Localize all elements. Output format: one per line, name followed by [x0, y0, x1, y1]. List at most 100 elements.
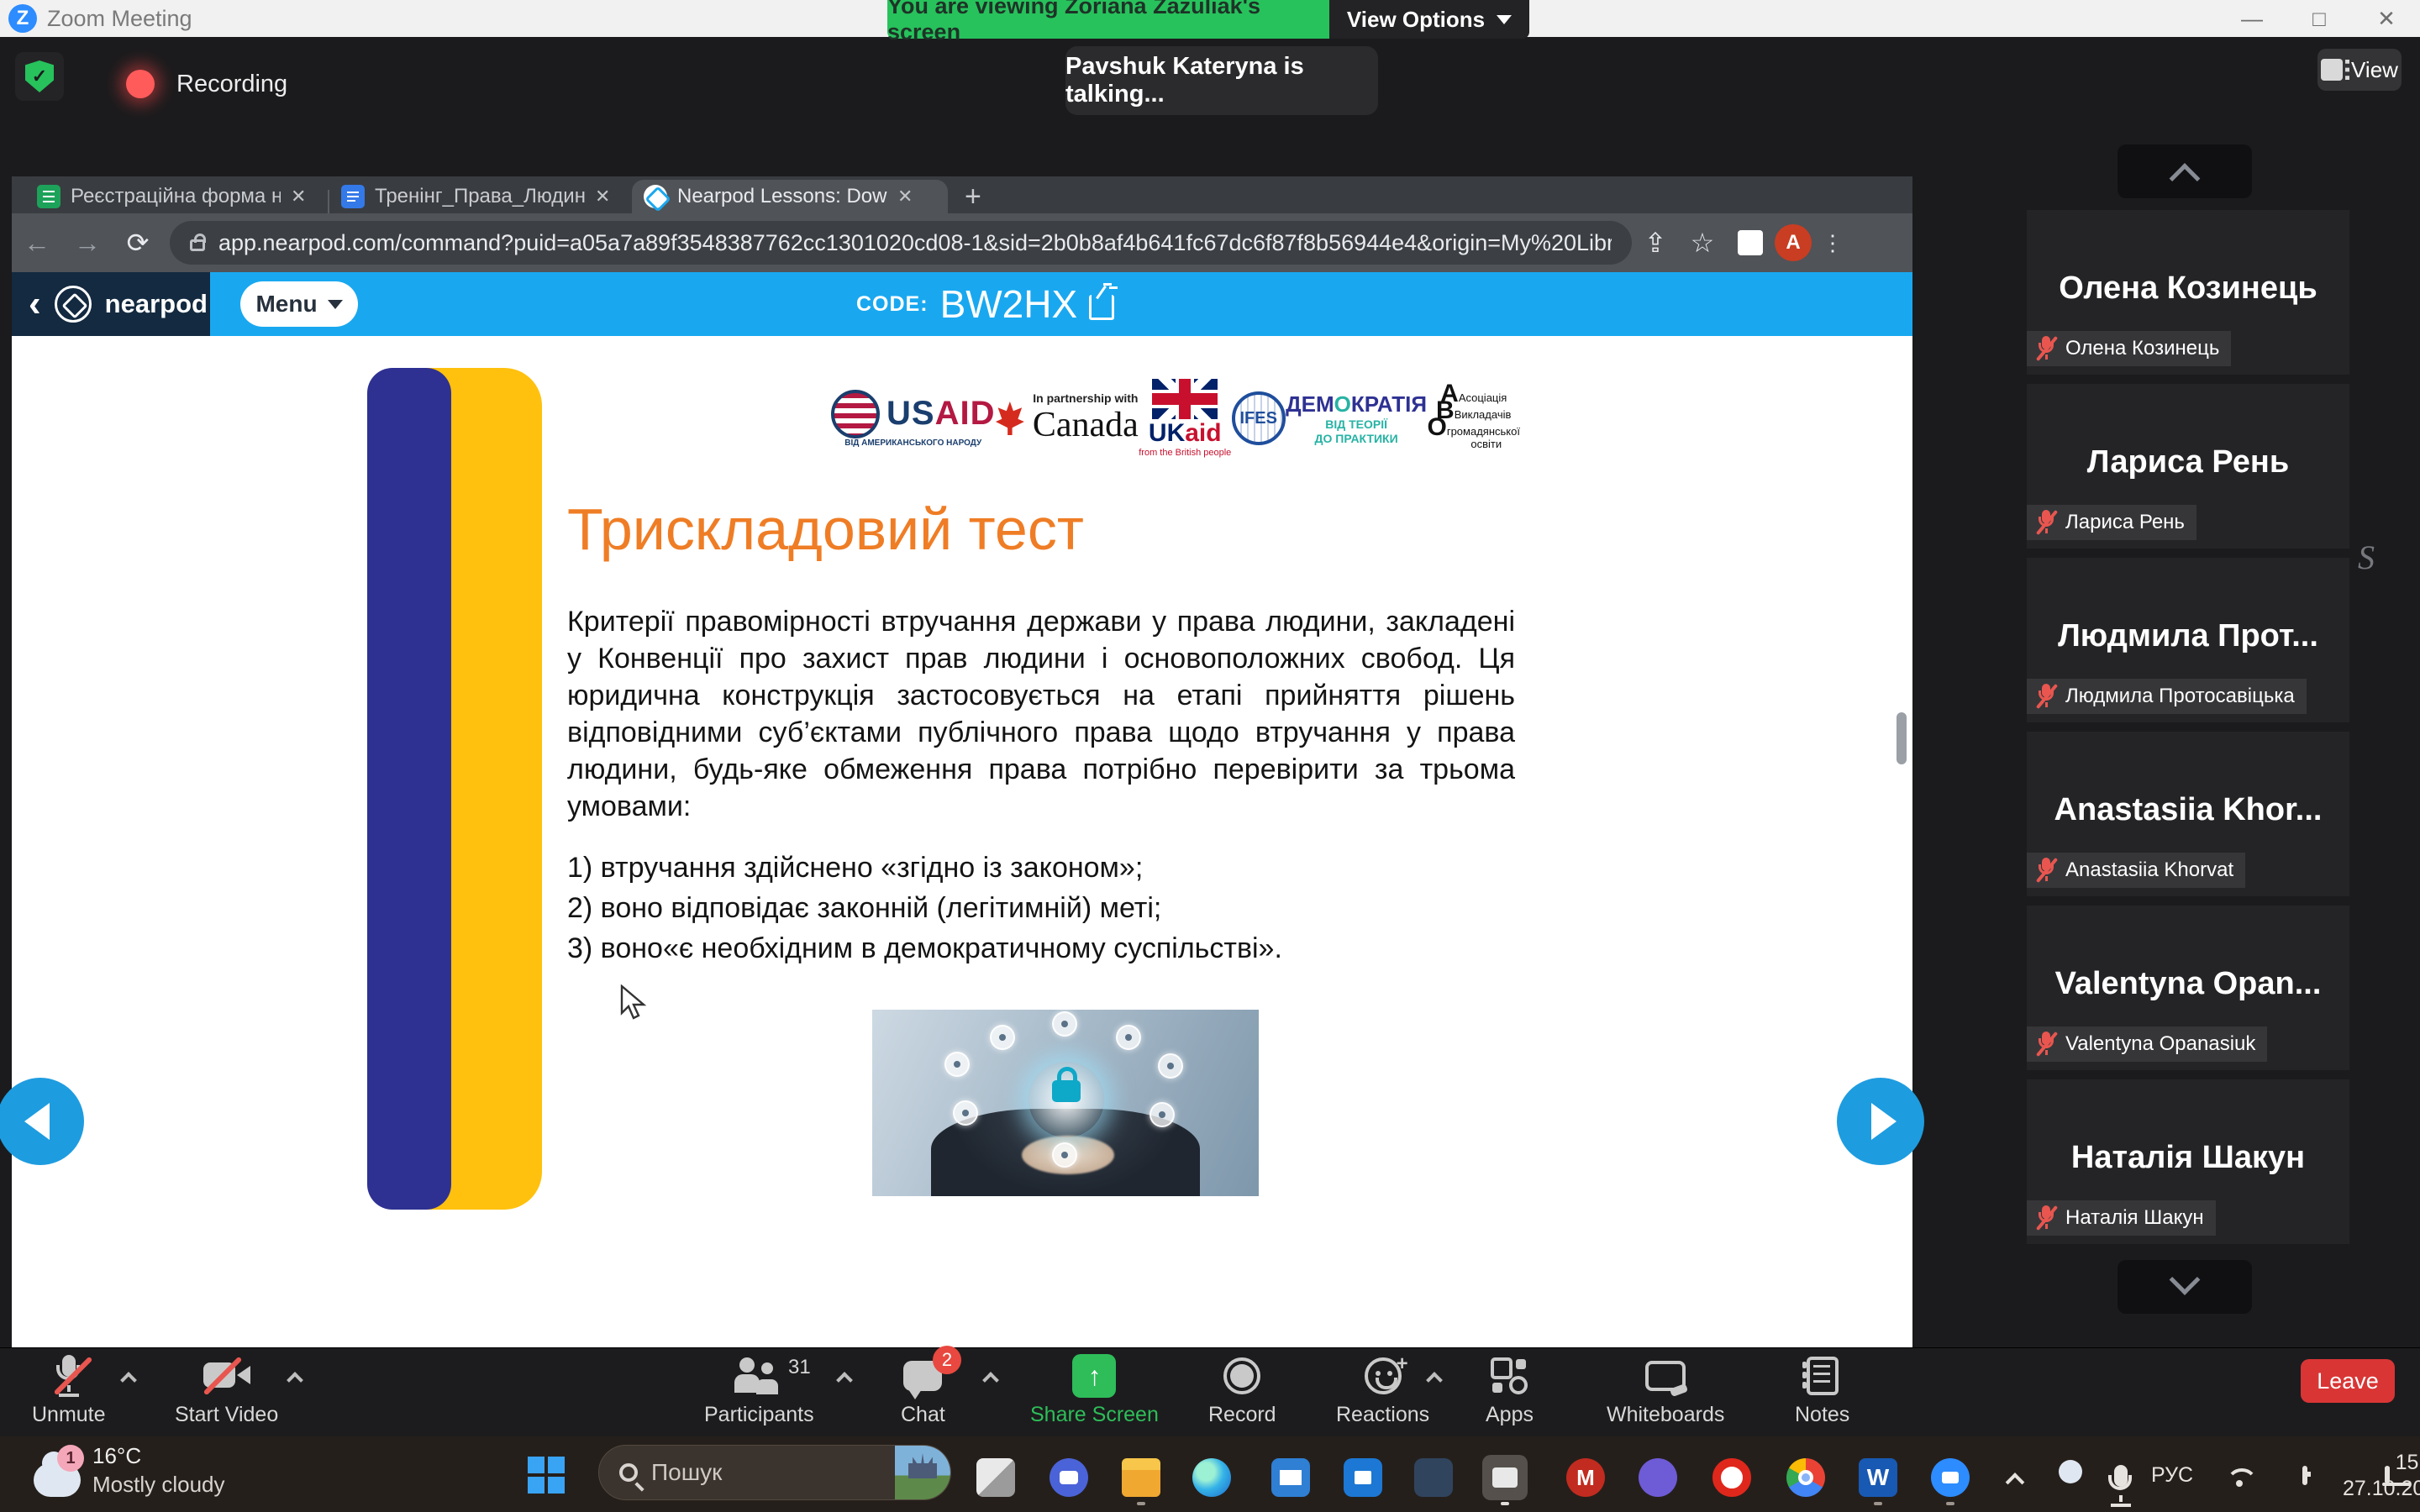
- recording-dot-icon: [126, 70, 155, 98]
- back-chevron-icon[interactable]: ‹: [29, 283, 41, 325]
- purple-app-icon[interactable]: [1639, 1458, 1677, 1497]
- close-button[interactable]: ✕: [2353, 6, 2420, 32]
- chat-app-icon[interactable]: [1050, 1458, 1088, 1497]
- scroll-participants-up-button[interactable]: [2118, 144, 2252, 198]
- tray-chevron-icon[interactable]: [2008, 1468, 2022, 1486]
- tab-registration-form[interactable]: Реєстраційна форма на тренінг ✕: [25, 180, 328, 213]
- nearpod-brand: ‹ nearpod: [12, 272, 210, 336]
- slide-blue-bar: [367, 368, 451, 1210]
- next-slide-button[interactable]: [1837, 1078, 1924, 1165]
- weather-widget[interactable]: 1 16°C Mostly cloudy: [34, 1441, 225, 1499]
- view-options-dropdown[interactable]: View Options: [1329, 0, 1529, 39]
- record-icon: [1223, 1357, 1260, 1394]
- screenshot-app-icon-active[interactable]: [1482, 1455, 1528, 1500]
- maple-leaf-icon: [996, 402, 1024, 435]
- participant-tile[interactable]: Anastasiia Khor... Anastasiia Khorvat: [2027, 732, 2349, 896]
- code-value: BW2HX: [940, 281, 1078, 327]
- whiteboards-button[interactable]: Whiteboards: [1607, 1354, 1724, 1427]
- unmute-button[interactable]: Unmute: [32, 1354, 106, 1427]
- slide-title: Трискладовий тест: [567, 496, 1084, 563]
- participant-tile[interactable]: Олена Козинець Олена Козинець: [2027, 210, 2349, 375]
- edge-icon[interactable]: [1192, 1458, 1231, 1497]
- view-button-label: View: [2351, 57, 2398, 83]
- apps-icon: [1491, 1357, 1528, 1394]
- avo-logo: ААсоціація ВВикладачів Огромадянської ос…: [1427, 387, 1519, 450]
- taskbar-search[interactable]: Пошук: [598, 1445, 951, 1500]
- participant-name: Наталія Шакун: [2027, 1140, 2349, 1176]
- reactions-icon: +: [1365, 1357, 1402, 1394]
- tab-training-doc[interactable]: Тренінг_Права_Людини_Попер ✕: [329, 180, 632, 213]
- menu-button[interactable]: Menu: [240, 281, 358, 327]
- word-icon[interactable]: W: [1859, 1458, 1897, 1497]
- temperature: 16°C: [92, 1441, 225, 1470]
- new-tab-button[interactable]: +: [965, 181, 981, 213]
- notifications-bell-icon[interactable]: [2385, 1468, 2390, 1483]
- scroll-participants-down-button[interactable]: [2118, 1260, 2252, 1314]
- minimize-button[interactable]: —: [2218, 6, 2286, 32]
- ifes-logo: IFES: [1232, 391, 1286, 445]
- apps-button[interactable]: Apps: [1486, 1354, 1534, 1427]
- tab-nearpod-active[interactable]: Nearpod Lessons: Download rea ✕: [632, 180, 948, 213]
- participants-count: 31: [788, 1356, 811, 1379]
- antivirus-app-icon[interactable]: M: [1566, 1458, 1605, 1497]
- forward-icon[interactable]: →: [62, 228, 113, 259]
- refresh-icon[interactable]: ⟳: [113, 227, 163, 259]
- profile-avatar[interactable]: A: [1775, 224, 1812, 261]
- calculator-app-icon[interactable]: [1414, 1458, 1453, 1497]
- nearpod-header: ‹ nearpod Menu CODE: BW2HX: [12, 272, 1912, 336]
- prev-slide-button[interactable]: [0, 1078, 84, 1165]
- participant-tile[interactable]: Людмила Прот... Людмила Протосавіцька: [2027, 558, 2349, 722]
- mic-off-icon: [2035, 684, 2057, 709]
- share-icon[interactable]: ⇪: [1632, 227, 1679, 259]
- nearpod-favicon: [644, 185, 667, 208]
- reactions-button[interactable]: + Reactions: [1336, 1354, 1429, 1427]
- code-label: CODE:: [856, 292, 929, 317]
- weather-condition: Mostly cloudy: [92, 1470, 225, 1499]
- leave-button[interactable]: Leave: [2301, 1359, 2395, 1403]
- start-button[interactable]: [528, 1457, 565, 1494]
- view-button[interactable]: View: [2317, 49, 2402, 91]
- tab-close-icon[interactable]: ✕: [897, 186, 913, 207]
- task-view-icon[interactable]: [976, 1458, 1015, 1497]
- participant-tile[interactable]: Valentyna Opan... Valentyna Opanasiuk: [2027, 906, 2349, 1070]
- bookmark-star-icon[interactable]: ☆: [1679, 227, 1726, 259]
- start-video-button[interactable]: Start Video: [175, 1354, 278, 1427]
- search-highlight-thumbnail[interactable]: [895, 1445, 950, 1500]
- code-share-icon[interactable]: [1089, 295, 1114, 320]
- kebab-menu-icon[interactable]: ⋮: [1812, 230, 1854, 256]
- back-icon[interactable]: ←: [12, 228, 62, 259]
- zoom-app-icon[interactable]: [1931, 1458, 1970, 1497]
- address-bar[interactable]: app.nearpod.com/command?puid=a05a7a89f35…: [170, 221, 1632, 265]
- browser-toolbar: ← → ⟳ app.nearpod.com/command?puid=a05a7…: [12, 213, 1912, 272]
- participant-tile[interactable]: Лариса Рень Лариса Рень: [2027, 384, 2349, 549]
- mail-app-icon[interactable]: [1271, 1458, 1310, 1497]
- running-indicator: [1874, 1502, 1882, 1505]
- docs-icon: [341, 185, 365, 208]
- chrome-icon[interactable]: [1786, 1458, 1825, 1497]
- sidebar-handle-icon[interactable]: S: [2358, 538, 2375, 577]
- participant-tile[interactable]: Наталія Шакун Наталія Шакун: [2027, 1079, 2349, 1244]
- share-screen-button[interactable]: ↑ Share Screen: [1030, 1354, 1159, 1427]
- participant-name: Anastasiia Khor...: [2027, 792, 2349, 828]
- store-icon[interactable]: [1344, 1458, 1382, 1497]
- notes-button[interactable]: Notes: [1795, 1354, 1849, 1427]
- clock[interactable]: 15:54 27.10.2023: [2343, 1450, 2420, 1502]
- tab-close-icon[interactable]: ✕: [291, 186, 306, 207]
- zoom-logo-icon: Z: [8, 4, 37, 33]
- side-panel-icon[interactable]: [1738, 230, 1763, 255]
- record-button[interactable]: Record: [1208, 1354, 1276, 1427]
- battery-icon[interactable]: [2302, 1468, 2307, 1483]
- opera-icon[interactable]: [1712, 1458, 1751, 1497]
- reactions-label: Reactions: [1336, 1403, 1429, 1427]
- maximize-button[interactable]: □: [2286, 6, 2353, 32]
- browser-scrollbar[interactable]: [1897, 712, 1907, 764]
- canada-logo: In partnership with Canada: [996, 391, 1139, 445]
- language-indicator[interactable]: РУС: [2151, 1463, 2193, 1488]
- tab-title: Тренінг_Права_Людини_Попер: [375, 185, 585, 208]
- security-shield-button[interactable]: ✓: [15, 52, 64, 101]
- ukaid-logo: UKaid from the British people: [1139, 379, 1231, 458]
- file-explorer-icon[interactable]: [1122, 1458, 1160, 1497]
- tab-strip: Реєстраційна форма на тренінг ✕ Тренінг_…: [12, 176, 1912, 213]
- security-lock-photo: [872, 1010, 1259, 1196]
- tab-close-icon[interactable]: ✕: [595, 186, 610, 207]
